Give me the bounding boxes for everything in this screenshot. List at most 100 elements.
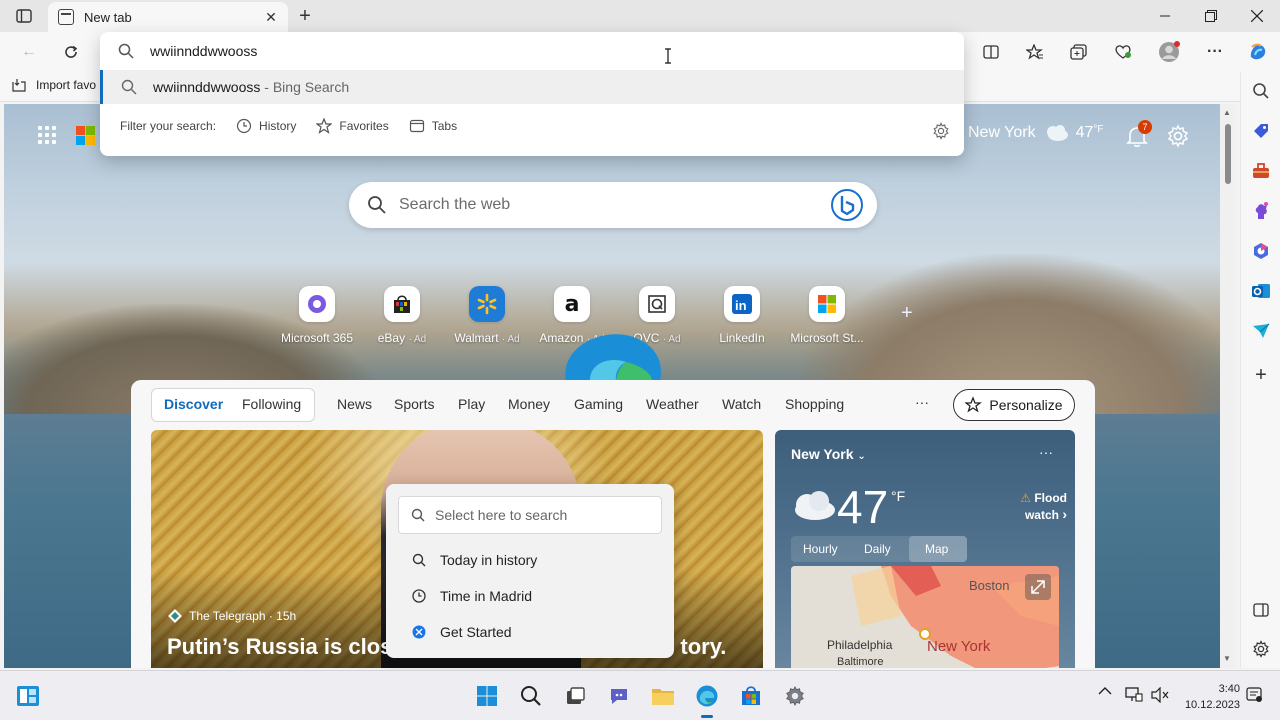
settings-more-icon[interactable]: ··· — [1202, 40, 1228, 64]
profile-avatar[interactable] — [1156, 40, 1182, 64]
sidebar-drop-icon[interactable] — [1250, 320, 1272, 342]
sidebar-games-icon[interactable] — [1250, 200, 1272, 222]
search-filters: Filter your search: History Favorites Ta… — [120, 118, 457, 134]
weather-summary[interactable]: New York 47°F — [968, 124, 1104, 142]
tab-hourly[interactable]: Hourly — [803, 542, 838, 556]
personalize-button[interactable]: Personalize — [953, 389, 1075, 421]
sidebar-settings-gear-icon[interactable] — [1250, 638, 1272, 660]
bing-chat-icon[interactable] — [831, 189, 863, 221]
microsoft-store-icon[interactable] — [738, 683, 764, 709]
feed-navigation: Discover Following News Sports Play Mone… — [151, 388, 1075, 422]
search-icon — [118, 43, 134, 59]
suggestion-bing-search[interactable]: wwiinnddwwooss - Bing Search — [100, 70, 964, 104]
search-settings-gear-icon[interactable] — [932, 122, 950, 140]
add-quicklink-button[interactable]: + — [901, 302, 913, 325]
notifications-center-icon[interactable] — [1246, 687, 1262, 706]
tabs-icon — [409, 119, 424, 133]
nav-news[interactable]: News — [337, 396, 372, 412]
tab-new-tab[interactable]: New tab ✕ — [48, 2, 288, 32]
scroll-thumb[interactable] — [1225, 124, 1231, 184]
address-bar-dropdown: wwiinnddwwooss wwiinnddwwooss - Bing Sea… — [100, 32, 964, 156]
system-clock[interactable]: 3:40 10.12.2023 — [1180, 681, 1240, 713]
weather-card-more-icon[interactable]: ··· — [1039, 444, 1053, 460]
task-view-icon[interactable] — [562, 683, 588, 709]
scroll-up-icon[interactable]: ▲ — [1223, 108, 1231, 117]
web-search-box[interactable]: Search the web — [349, 182, 877, 228]
weather-city: New York — [968, 124, 1036, 141]
split-screen-icon[interactable] — [978, 40, 1004, 64]
personalize-label: Personalize — [989, 397, 1063, 413]
restore-button[interactable] — [1188, 0, 1234, 32]
teams-chat-icon[interactable] — [606, 683, 632, 709]
web-search-placeholder: Search the web — [399, 196, 511, 213]
quicklink-ebay[interactable]: eBay · Ad — [359, 286, 445, 345]
quicklink-walmart[interactable]: Walmart · Ad — [444, 286, 530, 345]
nav-weather[interactable]: Weather — [646, 396, 699, 412]
volume-muted-icon[interactable] — [1150, 686, 1170, 706]
tab-following[interactable]: Following — [242, 396, 301, 412]
map-label-boston: Boston — [969, 578, 1010, 593]
address-bar-input[interactable]: wwiinnddwwooss — [100, 32, 964, 70]
weather-card-city[interactable]: New York ⌄ — [791, 446, 866, 462]
sidebar-outlook-icon[interactable] — [1250, 280, 1272, 302]
back-arrow-icon[interactable]: ← — [16, 40, 42, 64]
close-tab-icon[interactable]: ✕ — [262, 8, 280, 26]
quicklink-microsoft-365[interactable]: Microsoft 365 — [274, 286, 360, 345]
taskbar-search-icon[interactable] — [518, 683, 544, 709]
sidebar-search-icon[interactable] — [1250, 80, 1272, 102]
clock-time: 3:40 — [1218, 683, 1240, 695]
close-window-button[interactable] — [1234, 0, 1280, 32]
apps-launcher-icon[interactable] — [38, 126, 58, 146]
tab-map[interactable]: Map — [925, 542, 948, 556]
sidebar-add-icon[interactable]: + — [1250, 364, 1272, 386]
nav-shopping[interactable]: Shopping — [785, 396, 844, 412]
flood-watch-alert[interactable]: ⚠ Flood watch › — [995, 490, 1067, 523]
scroll-down-icon[interactable]: ▼ — [1223, 654, 1231, 663]
sidebar-microsoft365-icon[interactable] — [1250, 240, 1272, 262]
quicklink-linkedin[interactable]: in LinkedIn — [699, 286, 785, 345]
tab-discover[interactable]: Discover — [164, 396, 223, 412]
start-windows-icon[interactable] — [474, 683, 500, 709]
favorites-star-icon[interactable] — [1022, 40, 1048, 64]
file-explorer-icon[interactable] — [650, 683, 676, 709]
quicklink-microsoft-store[interactable]: Microsoft St... — [784, 286, 870, 345]
quick-search-time-in-madrid[interactable]: Time in Madrid — [412, 588, 532, 604]
show-hidden-icons-chevron-icon[interactable] — [1098, 685, 1112, 699]
sidebar-hide-icon[interactable] — [1250, 599, 1272, 621]
quick-search-input[interactable]: Select here to search — [398, 496, 662, 534]
collections-icon[interactable] — [1066, 40, 1092, 64]
tab-daily[interactable]: Daily — [864, 542, 891, 556]
settings-app-icon[interactable] — [782, 683, 808, 709]
nav-sports[interactable]: Sports — [394, 396, 434, 412]
article-source: The Telegraph · 15h — [167, 608, 296, 624]
filter-history[interactable]: History — [236, 118, 296, 134]
tab-actions-icon[interactable] — [10, 6, 38, 26]
filter-tabs[interactable]: Tabs — [409, 118, 457, 134]
nav-play[interactable]: Play — [458, 396, 485, 412]
clock-icon — [412, 589, 426, 603]
filter-favorites[interactable]: Favorites — [316, 118, 389, 134]
browser-essentials-icon[interactable] — [1110, 40, 1136, 64]
minimize-button[interactable] — [1142, 0, 1188, 32]
weather-map[interactable]: Boston Philadelphia New York Baltimore — [791, 566, 1059, 668]
copilot-icon[interactable] — [1245, 40, 1271, 64]
edge-browser-icon[interactable] — [694, 683, 720, 709]
sidebar-tools-icon[interactable] — [1250, 160, 1272, 182]
nav-gaming[interactable]: Gaming — [574, 396, 623, 412]
import-favorites-link[interactable]: Import favo — [12, 78, 96, 92]
nav-watch[interactable]: Watch — [722, 396, 761, 412]
widgets-icon[interactable] — [15, 683, 41, 709]
quick-search-today-in-history[interactable]: Today in history — [412, 552, 537, 568]
page-settings-gear-icon[interactable] — [1166, 124, 1190, 148]
sidebar-shopping-tag-icon[interactable] — [1250, 120, 1272, 142]
refresh-icon[interactable] — [58, 40, 84, 64]
weather-card[interactable]: New York ⌄ ··· 47 °F ⚠ Flood watch › Hou… — [775, 430, 1075, 668]
new-tab-button[interactable]: + — [294, 5, 316, 27]
quick-search-get-started[interactable]: Get Started — [412, 624, 512, 640]
weather-temp: 47 — [1075, 124, 1094, 141]
more-nav-button[interactable]: ··· — [915, 394, 929, 410]
taskbar: 3:40 10.12.2023 — [0, 670, 1280, 720]
network-icon[interactable] — [1125, 687, 1143, 706]
nav-money[interactable]: Money — [508, 396, 550, 412]
page-scrollbar[interactable]: ▲ ▼ — [1220, 104, 1236, 668]
